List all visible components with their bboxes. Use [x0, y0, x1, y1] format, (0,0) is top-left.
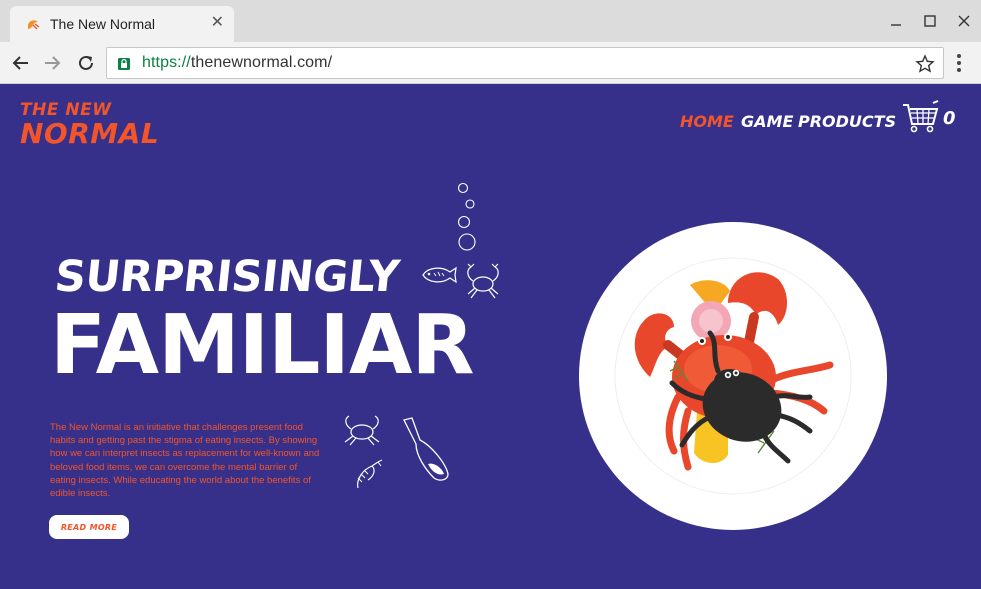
window-close-icon[interactable]	[947, 0, 981, 42]
crab-doodle-icon	[344, 415, 380, 446]
forward-icon[interactable]	[40, 51, 64, 75]
cart-count[interactable]: 0	[943, 108, 956, 129]
back-icon[interactable]	[9, 51, 33, 75]
tab-title: The New Normal	[50, 16, 156, 32]
tab-strip: The New Normal ✕	[0, 0, 981, 42]
browser-toolbar: https://thenewnormal.com/	[0, 42, 981, 84]
crab-doodle-icon	[467, 263, 499, 299]
logo-line-2: NORMAL	[20, 117, 160, 150]
shrimp-doodle-icon	[357, 459, 383, 489]
maximize-icon[interactable]	[913, 0, 947, 42]
shrimp-icon	[28, 20, 40, 30]
site-logo[interactable]: THE NEW NORMAL	[20, 102, 159, 148]
fish-icon	[422, 266, 457, 284]
headline-surprisingly: SURPRISINGLY	[52, 252, 402, 302]
bottle-icon	[403, 417, 449, 481]
reload-icon[interactable]	[74, 51, 98, 75]
close-icon[interactable]: ✕	[211, 14, 224, 32]
headline-familiar: FAMILIAR	[50, 298, 475, 393]
url-text: https://thenewnormal.com/	[142, 54, 332, 72]
shopping-cart-icon[interactable]	[902, 100, 940, 134]
url-scheme: https://	[142, 54, 191, 71]
lock-icon	[118, 58, 130, 70]
bubbles-icon	[457, 182, 476, 251]
window-controls	[879, 0, 981, 42]
nav-game[interactable]: GAME	[741, 112, 793, 131]
nav-home[interactable]: HOME	[680, 112, 734, 131]
read-more-button[interactable]: READ MORE	[49, 515, 129, 539]
crab-and-beetle-plate-image	[579, 222, 887, 530]
browser-menu-icon[interactable]	[947, 51, 971, 75]
browser-tab[interactable]: The New Normal ✕	[10, 6, 234, 42]
bookmark-star-icon[interactable]	[915, 54, 935, 74]
nav-products[interactable]: PRODUCTS	[798, 112, 896, 131]
web-page: THE NEW NORMAL HOME GAME PRODUCTS 0 SURP…	[0, 84, 981, 589]
minimize-icon[interactable]	[879, 0, 913, 42]
url-domain: thenewnormal.com/	[190, 54, 333, 71]
address-bar[interactable]: https://thenewnormal.com/	[106, 47, 944, 79]
intro-paragraph: The New Normal is an initiative that cha…	[50, 422, 320, 500]
